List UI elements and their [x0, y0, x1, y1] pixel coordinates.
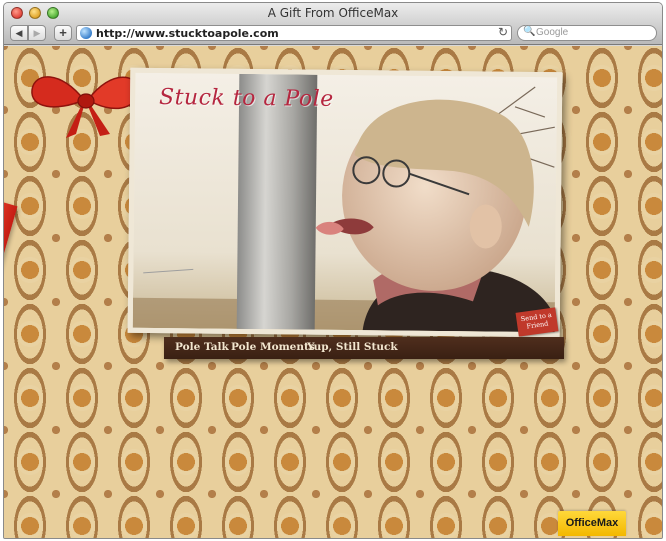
browser-window: A Gift From OfficeMax ◀ ▶ + http://www.s… — [3, 2, 663, 539]
postcard-frame: Stuck to a Pole — [127, 67, 563, 338]
postcard-title: Stuck to a Pole — [158, 85, 334, 112]
nav-pole-talk[interactable]: Pole Talk — [175, 341, 229, 353]
browser-toolbar: ◀ ▶ + http://www.stucktoapole.com ↻ 🔍 Go… — [4, 23, 662, 45]
globe-icon — [80, 27, 92, 39]
add-bookmark-button[interactable]: + — [54, 25, 72, 41]
url-text[interactable]: http://www.stucktoapole.com — [96, 27, 279, 40]
nav-yup-still-stuck[interactable]: Yup, Still Stuck — [307, 341, 398, 353]
reload-icon[interactable]: ↻ — [498, 25, 508, 39]
window-title: A Gift From OfficeMax — [267, 6, 399, 20]
nav-pole-moments[interactable]: Pole Moments — [231, 341, 315, 353]
address-bar[interactable]: http://www.stucktoapole.com ↻ — [76, 25, 512, 41]
officemax-logo[interactable]: OfficeMax — [558, 511, 626, 536]
title-bar: A Gift From OfficeMax — [4, 3, 662, 23]
gift-ribbon-lower — [4, 194, 18, 418]
search-icon: 🔍 — [523, 26, 536, 37]
page-viewport: Stuck to a Pole Send to a Friend Pole Ta… — [4, 46, 662, 538]
stuck-boy-photo — [132, 72, 558, 333]
search-field[interactable]: 🔍 Google — [517, 25, 657, 41]
forward-button[interactable]: ▶ — [28, 25, 46, 41]
back-button[interactable]: ◀ — [10, 25, 28, 41]
search-placeholder: Google — [536, 27, 569, 38]
page-nav: Pole Talk Pole Moments Yup, Still Stuck — [164, 337, 564, 359]
ribbon-bow-icon — [31, 76, 139, 138]
